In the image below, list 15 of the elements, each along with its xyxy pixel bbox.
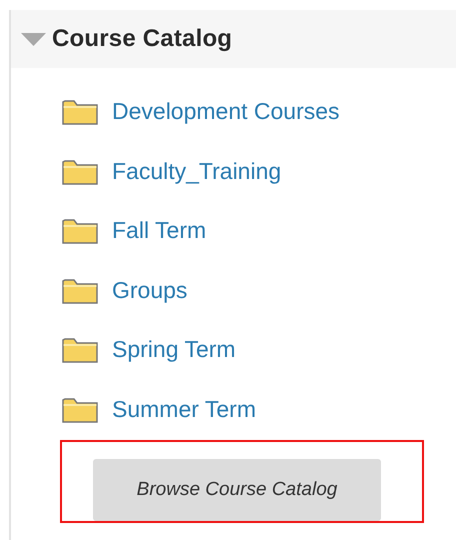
browse-catalog-button[interactable]: Browse Course Catalog	[93, 459, 381, 521]
folder-link[interactable]: Development Courses	[112, 98, 340, 126]
folder-icon	[62, 336, 98, 364]
folder-link[interactable]: Summer Term	[112, 396, 256, 423]
folder-link[interactable]: Spring Term	[112, 336, 236, 364]
folder-icon	[62, 276, 98, 304]
collapse-triangle-icon[interactable]	[21, 32, 46, 46]
folder-link[interactable]: Faculty_Training	[112, 158, 282, 185]
folder-icon	[62, 158, 98, 185]
module-title: Course Catalog	[52, 25, 232, 53]
folder-link[interactable]: Groups	[112, 276, 188, 304]
folder-icon	[62, 396, 98, 423]
folder-icon	[62, 217, 98, 244]
folder-icon	[62, 98, 98, 126]
folder-link[interactable]: Fall Term	[112, 217, 206, 244]
